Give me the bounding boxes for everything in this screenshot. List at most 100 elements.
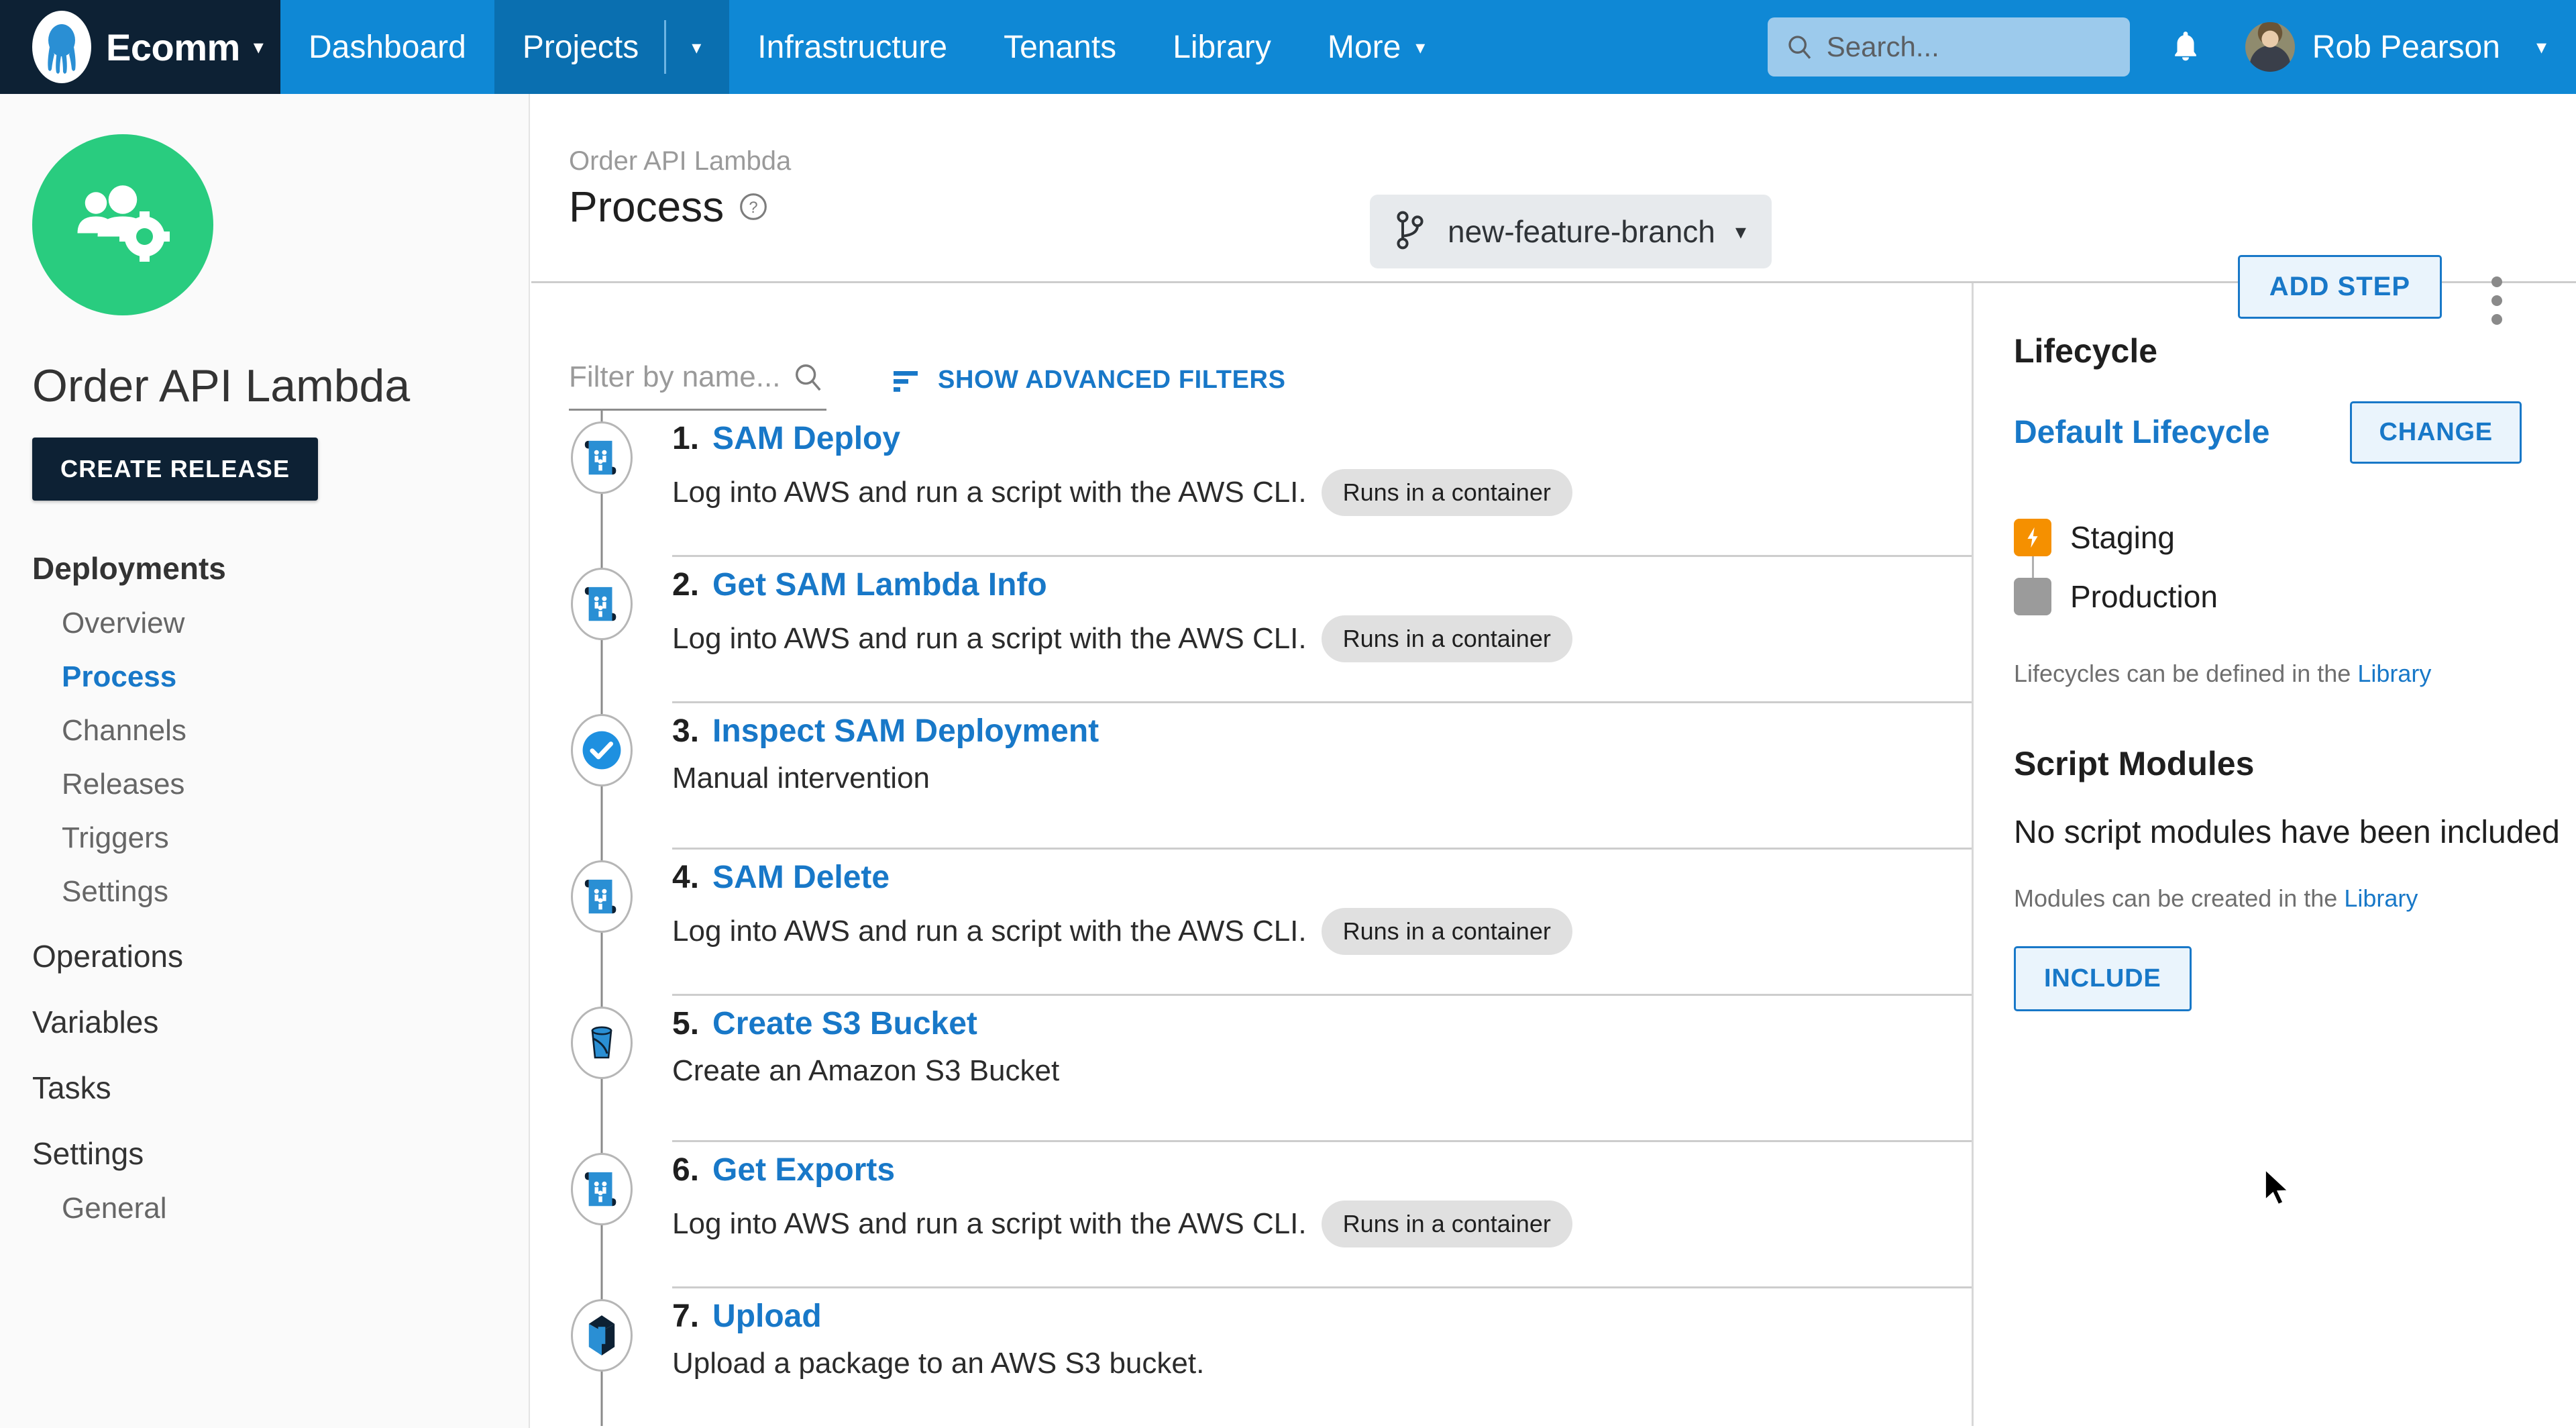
chevron-down-icon[interactable]: ▾ bbox=[692, 36, 701, 58]
step-number: 7. bbox=[672, 1298, 699, 1335]
users-gear-icon bbox=[32, 134, 213, 315]
step-description: Log into AWS and run a script with the A… bbox=[672, 476, 1307, 509]
lifecycle-note-text: Lifecycles can be defined in the bbox=[2014, 660, 2357, 687]
main-content: Order API Lambda Process ? new-feature-b… bbox=[531, 94, 2576, 1428]
step-description: Create an Amazon S3 Bucket bbox=[672, 1054, 1059, 1088]
chevron-down-icon: ▾ bbox=[1735, 219, 1746, 244]
step-list-item[interactable]: 1. SAM Deploy Log into AWS and run a scr… bbox=[531, 411, 1972, 557]
sidebar-item-settings[interactable]: Settings bbox=[32, 1135, 529, 1172]
create-release-button[interactable]: CREATE RELEASE bbox=[32, 438, 318, 501]
step-content: 5. Create S3 Bucket Create an Amazon S3 … bbox=[672, 996, 1972, 1142]
nav-item-infrastructure[interactable]: Infrastructure bbox=[729, 0, 975, 94]
step-name-link[interactable]: SAM Deploy bbox=[712, 420, 900, 457]
process-side-panel: Lifecycle Default Lifecycle CHANGE Stagi… bbox=[1974, 283, 2576, 1426]
nav-item-more[interactable]: More ▾ bbox=[1299, 0, 1453, 94]
project-sidebar: Order API Lambda CREATE RELEASE Deployme… bbox=[0, 94, 530, 1428]
sidebar-item-deployment-settings[interactable]: Settings bbox=[62, 875, 529, 909]
manual-intervention-check-icon bbox=[571, 714, 633, 786]
top-navigation-bar: Ecomm ▾ Dashboard Projects ▾ Infrastruct… bbox=[0, 0, 2576, 94]
sidebar-item-general[interactable]: General bbox=[62, 1192, 529, 1225]
steps-column: Filter by name... SHOW ADVANCED FILTERS bbox=[531, 283, 1974, 1426]
page-title: Order API Lambda bbox=[32, 360, 529, 412]
nav-item-tenants[interactable]: Tenants bbox=[975, 0, 1144, 94]
script-modules-heading: Script Modules bbox=[2014, 744, 2576, 783]
kebab-menu-icon[interactable] bbox=[2491, 276, 2502, 325]
help-circle-icon[interactable]: ? bbox=[739, 192, 768, 221]
step-name-link[interactable]: Upload bbox=[712, 1298, 822, 1335]
step-rail bbox=[531, 850, 672, 996]
list-item: Production bbox=[2014, 567, 2576, 626]
filter-input[interactable]: Filter by name... bbox=[569, 360, 826, 411]
branch-name: new-feature-branch bbox=[1448, 213, 1715, 250]
nav-item-library[interactable]: Library bbox=[1144, 0, 1299, 94]
sidebar-item-releases[interactable]: Releases bbox=[62, 768, 529, 801]
sidebar-group-deployments: Deployments bbox=[32, 550, 529, 586]
step-list-item[interactable]: 5. Create S3 Bucket Create an Amazon S3 … bbox=[531, 996, 1972, 1142]
step-rail bbox=[531, 411, 672, 557]
step-list-item[interactable]: 3. Inspect SAM Deployment Manual interve… bbox=[531, 703, 1972, 850]
chevron-down-icon: ▾ bbox=[2536, 36, 2546, 59]
bell-icon[interactable] bbox=[2169, 28, 2202, 66]
sidebar-item-overview[interactable]: Overview bbox=[62, 607, 529, 640]
sidebar-item-variables[interactable]: Variables bbox=[32, 1004, 529, 1040]
nav-label: Library bbox=[1173, 29, 1271, 66]
show-advanced-filters-button[interactable]: SHOW ADVANCED FILTERS bbox=[891, 366, 1286, 395]
lifecycle-name-link[interactable]: Default Lifecycle bbox=[2014, 414, 2269, 451]
nav-item-projects[interactable]: Projects ▾ bbox=[494, 0, 729, 94]
user-name: Rob Pearson bbox=[2312, 29, 2500, 66]
status-badge: Runs in a container bbox=[1322, 469, 1572, 516]
step-name-link[interactable]: Get Exports bbox=[712, 1152, 895, 1188]
step-name-link[interactable]: Create S3 Bucket bbox=[712, 1005, 977, 1042]
sidebar-item-triggers[interactable]: Triggers bbox=[62, 821, 529, 855]
step-number: 6. bbox=[672, 1152, 699, 1188]
step-name-link[interactable]: Get SAM Lambda Info bbox=[712, 566, 1047, 603]
chevron-down-icon: ▾ bbox=[254, 36, 264, 59]
nav-label: Projects bbox=[523, 29, 639, 66]
nav-item-dashboard[interactable]: Dashboard bbox=[280, 0, 494, 94]
nav-label: Dashboard bbox=[309, 29, 466, 66]
step-list-item[interactable]: 6. Get Exports Log into AWS and run a sc… bbox=[531, 1142, 1972, 1288]
add-step-button[interactable]: ADD STEP bbox=[2238, 255, 2442, 319]
aws-upload-icon bbox=[571, 1299, 633, 1372]
nav-label: Infrastructure bbox=[757, 29, 947, 66]
global-search-input[interactable]: Search... bbox=[1768, 17, 2130, 76]
include-script-module-button[interactable]: INCLUDE bbox=[2014, 946, 2192, 1011]
lightning-icon bbox=[2014, 519, 2051, 556]
script-modules-note: Modules can be created in the Library bbox=[2014, 884, 2576, 913]
library-link[interactable]: Library bbox=[2357, 660, 2431, 687]
nav-divider bbox=[664, 20, 666, 74]
search-icon[interactable] bbox=[793, 362, 824, 393]
nav-spacer bbox=[1453, 0, 1767, 94]
step-content: 7. Upload Upload a package to an AWS S3 … bbox=[672, 1288, 1972, 1426]
step-content: 2. Get SAM Lambda Info Log into AWS and … bbox=[672, 557, 1972, 703]
user-account-menu[interactable]: Rob Pearson ▾ bbox=[2245, 0, 2576, 94]
avatar bbox=[2245, 22, 2295, 72]
sidebar-item-process[interactable]: Process bbox=[62, 660, 529, 694]
advanced-filters-label: SHOW ADVANCED FILTERS bbox=[938, 366, 1286, 395]
status-badge: Runs in a container bbox=[1322, 615, 1572, 662]
step-number: 4. bbox=[672, 859, 699, 896]
step-list-item[interactable]: 2. Get SAM Lambda Info Log into AWS and … bbox=[531, 557, 1972, 703]
library-link[interactable]: Library bbox=[2344, 884, 2418, 912]
sidebar-item-channels[interactable]: Channels bbox=[62, 714, 529, 748]
breadcrumb[interactable]: Order API Lambda bbox=[569, 94, 791, 176]
sidebar-item-tasks[interactable]: Tasks bbox=[32, 1070, 529, 1106]
branch-selector[interactable]: new-feature-branch ▾ bbox=[1370, 195, 1772, 268]
step-content: 4. SAM Delete Log into AWS and run a scr… bbox=[672, 850, 1972, 996]
sidebar-item-operations[interactable]: Operations bbox=[32, 938, 529, 974]
brand-space-selector[interactable]: Ecomm ▾ bbox=[0, 0, 280, 94]
step-number: 5. bbox=[672, 1005, 699, 1042]
step-name-link[interactable]: Inspect SAM Deployment bbox=[712, 713, 1099, 750]
step-rail bbox=[531, 1142, 672, 1288]
aws-cli-script-icon bbox=[571, 1153, 633, 1225]
search-icon bbox=[1786, 34, 1813, 60]
environment-name: Production bbox=[2070, 578, 2218, 615]
step-content: 6. Get Exports Log into AWS and run a sc… bbox=[672, 1142, 1972, 1288]
nav-label: More bbox=[1328, 29, 1401, 66]
step-list-item[interactable]: 7. Upload Upload a package to an AWS S3 … bbox=[531, 1288, 1972, 1426]
step-list-item[interactable]: 4. SAM Delete Log into AWS and run a scr… bbox=[531, 850, 1972, 996]
step-content: 1. SAM Deploy Log into AWS and run a scr… bbox=[672, 411, 1972, 557]
change-lifecycle-button[interactable]: CHANGE bbox=[2350, 401, 2521, 464]
script-modules-section: Script Modules No script modules have be… bbox=[2014, 744, 2576, 1011]
step-name-link[interactable]: SAM Delete bbox=[712, 859, 890, 896]
